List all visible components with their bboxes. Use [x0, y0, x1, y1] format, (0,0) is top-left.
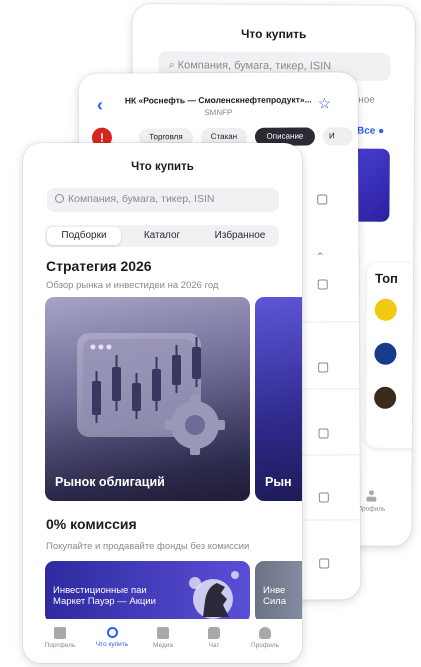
card-next-strategy[interactable]: Рын: [255, 297, 302, 501]
profile-icon: [259, 627, 271, 639]
chevron-up-icon[interactable]: ⌃: [316, 250, 325, 263]
partial-field-text: ное: [358, 94, 375, 106]
chat-icon: [208, 627, 220, 639]
page-title: Что купить: [131, 161, 194, 173]
section-subtitle-commission: Покупайте и продавайте фонды без комисси…: [46, 541, 250, 552]
segment-collections[interactable]: Подборки: [47, 227, 121, 245]
segmented-control: Подборки Каталог Избранное: [45, 225, 279, 247]
card-caption: Инве Сила: [263, 585, 286, 607]
all-link[interactable]: Все ●: [357, 126, 384, 137]
tab-what-to-buy[interactable]: Что купить: [87, 627, 137, 648]
copy-icon[interactable]: [317, 279, 328, 290]
tab-media[interactable]: Медиа: [138, 627, 188, 649]
search-placeholder: Компания, бумага, тикер, ISIN: [177, 59, 332, 73]
search-input[interactable]: Компания, бумага, тикер, ISIN: [47, 188, 279, 212]
copy-icon[interactable]: [317, 194, 328, 205]
search-icon: ⌕: [168, 59, 175, 72]
back-arrow-icon[interactable]: ‹: [97, 95, 103, 115]
arrow-circle-icon: ●: [378, 125, 385, 137]
briefcase-icon: [54, 627, 66, 639]
tab-more[interactable]: И: [322, 127, 354, 146]
ticker: SMNFP: [204, 107, 233, 118]
copy-icon[interactable]: [318, 362, 329, 373]
divider: [295, 388, 360, 390]
copy-icon[interactable]: [318, 492, 329, 503]
top-list-card[interactable]: Топ: [365, 262, 415, 449]
segment-catalog[interactable]: Каталог: [125, 227, 199, 245]
page-title: Что купить: [240, 26, 307, 42]
security-title: НК «Роснефть — Смоленскнефтепродукт»...: [124, 94, 312, 106]
tab-portfolio[interactable]: Портфель: [35, 627, 85, 649]
search-icon: [106, 627, 118, 638]
divider: [295, 454, 360, 456]
card-fund-market-power[interactable]: Инвестиционные паи Маркет Пауэр — Акции: [45, 561, 250, 623]
divider: [295, 519, 360, 521]
tab-profile[interactable]: Профиль: [240, 627, 290, 649]
bottom-tab-bar: Портфель Что купить Медиа Чат Профиль: [23, 619, 302, 663]
search-placeholder: Компания, бумага, тикер, ISIN: [68, 193, 215, 205]
divider: [294, 321, 359, 323]
stock-logo-icon: [374, 386, 397, 409]
card-caption: Инвестиционные паи Маркет Пауэр — Акции: [53, 585, 156, 607]
card-caption: Рынок облигаций: [55, 475, 165, 489]
section-heading-strategy: Стратегия 2026: [46, 258, 152, 274]
top-label: Топ: [374, 270, 398, 286]
card-next-fund[interactable]: Инве Сила: [255, 561, 302, 623]
media-icon: [157, 627, 169, 639]
stock-logo-icon: [374, 342, 397, 365]
section-heading-commission: 0% комиссия: [46, 516, 137, 532]
copy-icon[interactable]: [319, 558, 330, 569]
stock-logo-icon: [374, 298, 397, 321]
copy-icon[interactable]: [318, 428, 329, 439]
card-caption: Рын: [265, 475, 292, 489]
section-subtitle-strategy: Обзор рынка и инвестидеи на 2026 год: [46, 280, 219, 291]
search-icon: [55, 194, 64, 203]
favorite-star-icon[interactable]: ☆: [318, 94, 332, 112]
tab-chat[interactable]: Чат: [189, 627, 239, 649]
card-bond-market[interactable]: Рынок облигаций: [45, 297, 250, 501]
tab-profile[interactable]: Профиль: [355, 490, 387, 513]
candlestick-chart-icon: [77, 333, 225, 455]
front-screen-what-to-buy: Что купить Компания, бумага, тикер, ISIN…: [23, 143, 302, 663]
segment-favorites[interactable]: Избранное: [203, 227, 277, 245]
profile-icon: [366, 490, 377, 502]
